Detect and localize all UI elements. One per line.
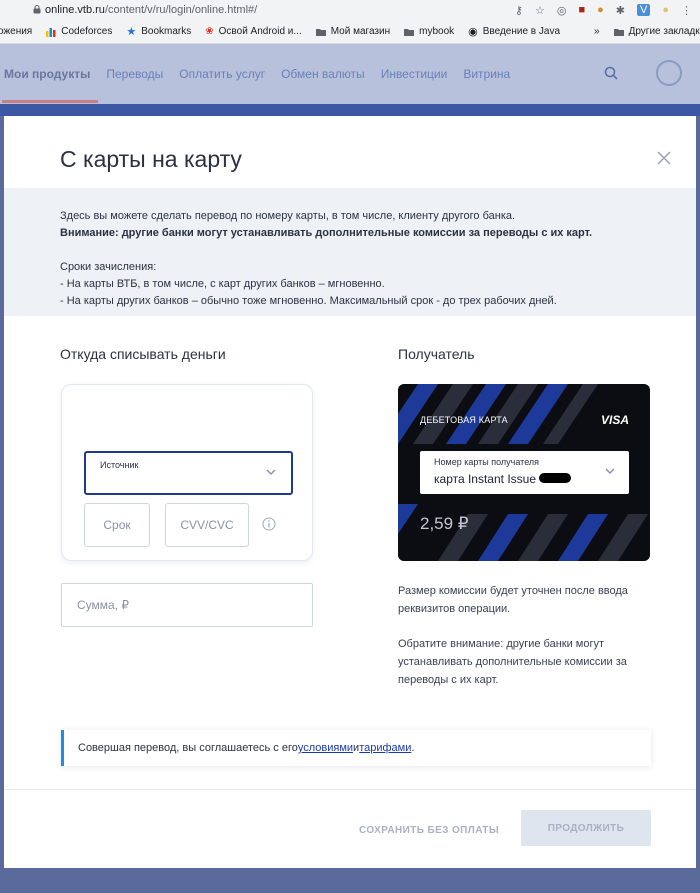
star-icon[interactable]: ☆ <box>535 4 545 17</box>
folder-icon <box>315 28 326 36</box>
other-bookmarks[interactable]: Другие закладки <box>613 26 700 37</box>
bookmark-item-bookmarks[interactable]: ★ Bookmarks <box>126 25 191 38</box>
chevron-down-icon <box>266 469 276 475</box>
globe-icon: ◉ <box>468 26 478 38</box>
lock-icon <box>33 5 41 14</box>
active-nav-underline <box>2 100 98 103</box>
nav-item-showcase[interactable]: Витрина <box>463 67 510 81</box>
info-line: Сроки зачисления: <box>60 261 157 273</box>
extension-puzzle-icon[interactable]: ✱ <box>616 4 625 17</box>
bookmarks-overflow-button[interactable]: » <box>594 26 600 37</box>
continue-button[interactable]: ПРОДОЛЖИТЬ <box>521 810 651 846</box>
recipient-card: ДЕБЕТОВАЯ КАРТА VISA Номер карты получат… <box>398 384 650 561</box>
expiry-input[interactable]: Срок <box>84 503 150 547</box>
bookmark-item-codeforces[interactable]: Codeforces <box>46 26 112 37</box>
fee-note: Размер комиссии будет уточнен после ввод… <box>398 585 628 615</box>
amount-input[interactable]: Сумма, ₽ <box>61 583 313 627</box>
source-select-label: Источник <box>100 460 139 470</box>
menu-dots-icon[interactable]: ⋮ <box>681 4 692 17</box>
info-icon[interactable] <box>262 517 276 531</box>
bookmark-item[interactable]: ожения <box>0 26 32 37</box>
agreement-notice: Совершая перевод, вы соглашаетесь с его … <box>61 730 651 766</box>
card-balance: 2,59 ₽ <box>420 514 469 533</box>
page-background <box>0 868 700 893</box>
visa-logo: VISA <box>601 413 630 427</box>
cvv-input[interactable]: CVV/CVC <box>165 503 249 547</box>
source-card-panel: Источник Срок CVV/CVC <box>61 384 313 561</box>
redaction-blot <box>539 473 571 483</box>
key-icon[interactable]: ⚷ <box>515 4 523 17</box>
footer-divider <box>4 789 696 790</box>
bookmark-item-android[interactable]: ❀ Освой Android и... <box>205 26 301 37</box>
url-text[interactable]: online.vtb.ru/content/v/ru/login/online.… <box>45 4 257 16</box>
info-warning: Внимание: другие банки могут устанавлива… <box>60 227 593 239</box>
bookmark-item-java[interactable]: ◉ Введение в Java <box>468 25 560 38</box>
paw-icon: ❀ <box>205 26 214 37</box>
site-navigation: Мои продукты Переводы Оплатить услуг Обм… <box>0 44 700 104</box>
nav-item-my-products[interactable]: Мои продукты <box>4 67 90 81</box>
transfer-modal: С карты на карту Здесь вы можете сделать… <box>4 116 696 868</box>
extension-shield-icon[interactable]: ■ <box>578 4 585 16</box>
avatar[interactable] <box>656 60 682 86</box>
modal-title: С карты на карту <box>60 146 242 172</box>
bookmark-item-mybook[interactable]: mybook <box>404 26 454 37</box>
bookmark-item-my-shop[interactable]: Мой магазин <box>315 26 390 37</box>
browser-url-bar[interactable]: online.vtb.ru/content/v/ru/login/online.… <box>0 0 700 20</box>
info-line: - На карты ВТБ, в том числе, с карт друг… <box>60 278 385 290</box>
browser-toolbar-icons: ⚷ ☆ ◎ ■ ● ✱ V ● ⋮ <box>515 0 700 20</box>
terms-link[interactable]: условиями <box>298 742 353 754</box>
nav-item-transfers[interactable]: Переводы <box>106 67 163 81</box>
source-select[interactable]: Источник <box>84 451 293 495</box>
tariffs-link[interactable]: тарифами <box>359 742 411 754</box>
warning-note: Обратите внимание: другие банки могут ус… <box>398 638 627 686</box>
extension-cookie-icon[interactable]: ● <box>597 4 604 16</box>
chevron-down-icon <box>605 468 615 474</box>
globe-icon[interactable]: ◎ <box>557 4 567 17</box>
recipient-card-select[interactable]: Номер карты получателя карта Instant Iss… <box>420 451 629 494</box>
codeforces-icon <box>46 27 56 37</box>
from-section-title: Откуда списывать деньги <box>60 346 226 362</box>
nav-item-pay[interactable]: Оплатить услуг <box>179 67 265 81</box>
card-type-label: ДЕБЕТОВАЯ КАРТА <box>420 415 508 425</box>
info-line: Здесь вы можете сделать перевод по номер… <box>60 210 516 222</box>
folder-icon <box>613 28 624 36</box>
header-accent-bar <box>0 104 700 116</box>
star-icon: ★ <box>126 26 137 38</box>
to-section-title: Получатель <box>398 346 475 362</box>
info-line: - На карты других банков – обычно тоже м… <box>60 295 557 307</box>
recipient-select-value: карта Instant Issue * <box>434 472 545 486</box>
recipient-select-label: Номер карты получателя <box>434 457 540 467</box>
bookmarks-bar: ожения Codeforces ★ Bookmarks ❀ Освой Andr… <box>0 20 700 44</box>
info-panel: Здесь вы можете сделать перевод по номер… <box>4 188 696 316</box>
save-without-payment-button[interactable]: СОХРАНИТЬ БЕЗ ОПЛАТЫ <box>354 812 504 848</box>
folder-icon <box>404 28 415 36</box>
extension-v-icon[interactable]: V <box>637 4 651 16</box>
nav-item-investments[interactable]: Инвестиции <box>381 67 448 81</box>
nav-item-exchange[interactable]: Обмен валюты <box>281 67 365 81</box>
search-icon[interactable] <box>604 66 618 80</box>
profile-avatar-icon[interactable]: ● <box>662 4 669 16</box>
close-icon[interactable] <box>656 150 672 166</box>
